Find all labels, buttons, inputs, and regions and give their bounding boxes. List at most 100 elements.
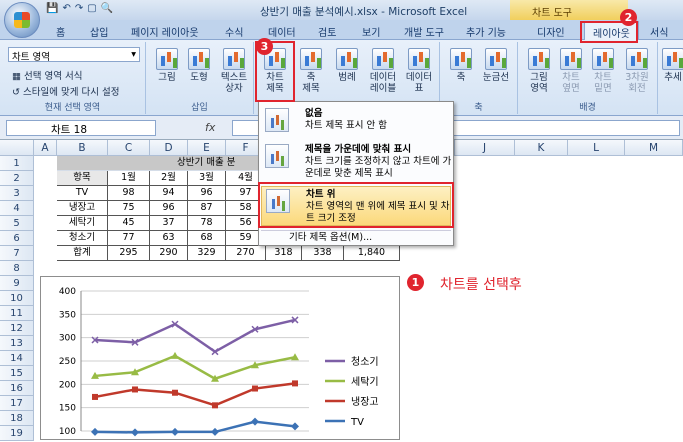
table-header-cell[interactable]: 항목 <box>57 171 108 186</box>
table-cell[interactable]: 청소기 <box>57 231 108 246</box>
column-header-J[interactable]: J <box>455 140 515 156</box>
table-cell[interactable]: 45 <box>108 216 150 231</box>
axis-title-button[interactable]: 축 제목 <box>296 48 326 94</box>
legend-button[interactable]: 범례 <box>332 48 362 83</box>
table-cell[interactable]: 세탁기 <box>57 216 108 231</box>
group-label: 삽입 <box>191 103 208 113</box>
menu-item-more-options[interactable]: 기타 제목 옵션(M)... <box>261 230 451 244</box>
table-cell[interactable]: 68 <box>188 231 226 246</box>
series-point <box>132 386 138 393</box>
tab-add-ins[interactable]: 추가 기능 <box>466 24 506 39</box>
print-preview-icon[interactable]: 🔍 <box>101 3 113 14</box>
menu-item-centered-overlay[interactable]: 제목을 가운데에 맞춰 표시 차트 크기를 조정하지 않고 차트에 가운데로 맞… <box>261 142 451 184</box>
tab-developer[interactable]: 개발 도구 <box>404 24 444 39</box>
table-total-cell[interactable]: 290 <box>150 246 188 261</box>
tab-formulas[interactable]: 수식 <box>225 24 243 39</box>
row-header-6[interactable]: 6 <box>0 231 34 246</box>
shapes-button[interactable]: 도형 <box>186 48 212 83</box>
new-doc-icon[interactable]: ▢ <box>87 3 96 14</box>
table-cell[interactable]: 37 <box>150 216 188 231</box>
row-header-10[interactable]: 10 <box>0 291 34 306</box>
name-box[interactable]: 차트 18 <box>6 120 156 136</box>
row-header-13[interactable]: 13 <box>0 336 34 351</box>
textbox-button[interactable]: 텍스트 상자 <box>218 48 250 94</box>
row-header-18[interactable]: 18 <box>0 411 34 426</box>
table-cell[interactable]: 96 <box>150 201 188 216</box>
tab-view[interactable]: 보기 <box>362 24 380 39</box>
redo-icon[interactable]: ↷ <box>75 3 83 14</box>
tab-page-layout[interactable]: 페이지 레이아웃 <box>131 24 199 39</box>
row-header-17[interactable]: 17 <box>0 396 34 411</box>
line-chart[interactable]: 400 350 300 250 200 150 100 청소기 세탁기 냉장고 TV <box>40 276 400 440</box>
table-total-cell[interactable]: 338 <box>302 246 344 261</box>
tab-review[interactable]: 검토 <box>318 24 336 39</box>
column-header-L[interactable]: L <box>568 140 625 156</box>
row-header-14[interactable]: 14 <box>0 351 34 366</box>
menu-item-none[interactable]: 없음 차트 제목 표시 안 함 <box>261 106 451 138</box>
table-header-cell[interactable]: 2월 <box>150 171 188 186</box>
row-header-7[interactable]: 7 <box>0 246 34 261</box>
table-total-cell[interactable]: 270 <box>226 246 266 261</box>
chart-elements-combo[interactable]: 차트 영역 ▾ <box>8 47 140 63</box>
row-header-2[interactable]: 2 <box>0 171 34 186</box>
column-header-D[interactable]: D <box>150 140 188 156</box>
tab-format[interactable]: 서식 <box>650 24 668 39</box>
table-cell[interactable]: TV <box>57 186 108 201</box>
row-header-4[interactable]: 4 <box>0 201 34 216</box>
insert-function-icon[interactable]: fx <box>205 121 215 134</box>
table-total-cell[interactable]: 합계 <box>57 246 108 261</box>
axes-button[interactable]: 축 <box>448 48 474 83</box>
row-header-11[interactable]: 11 <box>0 306 34 321</box>
table-total-cell[interactable]: 1,840 <box>344 246 400 261</box>
undo-icon[interactable]: ↶ <box>62 3 70 14</box>
trendline-button[interactable]: 추세 <box>662 48 683 83</box>
gridlines-button[interactable]: 눈금선 <box>478 48 514 83</box>
table-cell[interactable]: 96 <box>188 186 226 201</box>
column-header-M[interactable]: M <box>625 140 683 156</box>
data-table-button[interactable]: 데이터 표 <box>402 48 436 94</box>
row-header-15[interactable]: 15 <box>0 366 34 381</box>
data-labels-button[interactable]: 데이터 레이블 <box>366 48 400 94</box>
chart-tools-context-label: 차트 도구 <box>510 0 628 20</box>
column-header-B[interactable]: B <box>57 140 108 156</box>
table-total-cell[interactable]: 329 <box>188 246 226 261</box>
column-header-A[interactable]: A <box>34 140 57 156</box>
table-cell[interactable]: 98 <box>108 186 150 201</box>
row-header-1[interactable]: 1 <box>0 156 34 171</box>
column-header-E[interactable]: E <box>188 140 226 156</box>
table-cell[interactable]: 94 <box>150 186 188 201</box>
office-button[interactable] <box>4 2 40 38</box>
table-total-cell[interactable]: 318 <box>266 246 302 261</box>
3d-rotation-button[interactable]: 3차원 회전 <box>620 48 654 94</box>
plot-area-button[interactable]: 그림 영역 <box>524 48 554 94</box>
row-header-8[interactable]: 8 <box>0 261 34 276</box>
chart-wall-button[interactable]: 차트 옆면 <box>556 48 586 94</box>
column-header-C[interactable]: C <box>108 140 150 156</box>
column-header-K[interactable]: K <box>515 140 568 156</box>
table-cell[interactable]: 77 <box>108 231 150 246</box>
row-header-5[interactable]: 5 <box>0 216 34 231</box>
row-header-9[interactable]: 9 <box>0 276 34 291</box>
format-selection-button[interactable]: ▦ 선택 영역 서식 <box>12 68 82 82</box>
table-cell[interactable]: 78 <box>188 216 226 231</box>
picture-button[interactable]: 그림 <box>154 48 180 83</box>
select-all-corner[interactable] <box>0 140 34 156</box>
table-header-cell[interactable]: 3월 <box>188 171 226 186</box>
table-header-cell[interactable]: 1월 <box>108 171 150 186</box>
table-cell[interactable]: 63 <box>150 231 188 246</box>
save-icon[interactable]: 💾 <box>46 3 58 14</box>
tab-design[interactable]: 디자인 <box>537 24 565 39</box>
chart-floor-button[interactable]: 차트 밑면 <box>588 48 618 94</box>
row-header-3[interactable]: 3 <box>0 186 34 201</box>
row-header-16[interactable]: 16 <box>0 381 34 396</box>
reset-style-button[interactable]: ↺ 스타일에 맞게 다시 설정 <box>12 84 119 98</box>
table-cell[interactable]: 냉장고 <box>57 201 108 216</box>
table-cell[interactable]: 75 <box>108 201 150 216</box>
tab-data[interactable]: 데이터 <box>268 24 296 39</box>
table-total-cell[interactable]: 295 <box>108 246 150 261</box>
table-cell[interactable]: 87 <box>188 201 226 216</box>
row-header-19[interactable]: 19 <box>0 426 34 441</box>
tab-insert[interactable]: 삽입 <box>90 24 108 39</box>
tab-home[interactable]: 홈 <box>56 24 65 39</box>
row-header-12[interactable]: 12 <box>0 321 34 336</box>
